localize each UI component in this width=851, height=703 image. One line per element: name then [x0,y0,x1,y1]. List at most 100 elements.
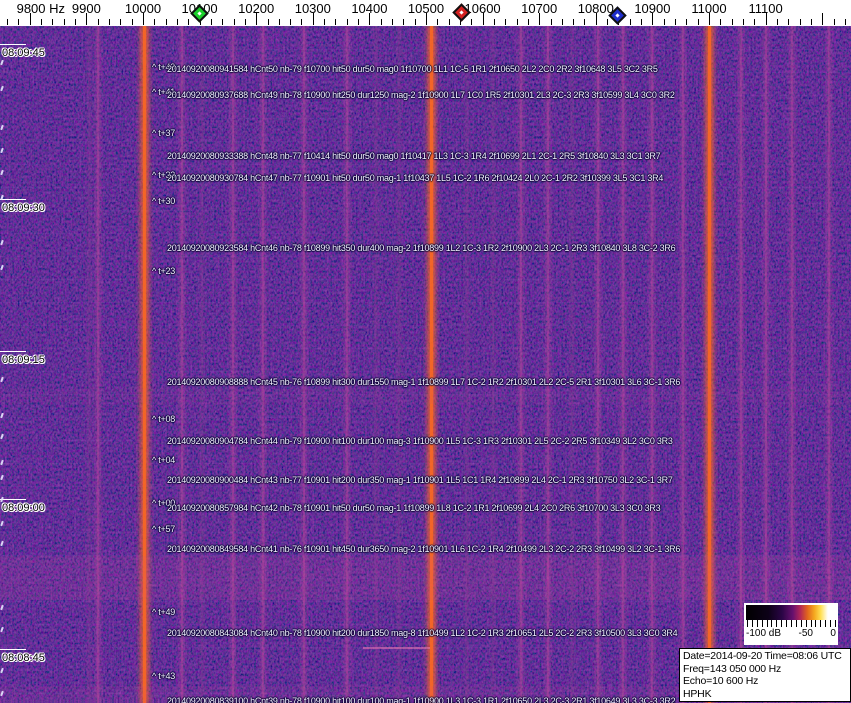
carrier-line [430,26,433,703]
freq-tick [731,19,733,25]
colorbar-tick [761,620,763,627]
colorbar-tick [805,620,807,627]
freq-label: 10600 [464,1,501,16]
freq-label: 10200 [238,1,275,16]
colorbar-tick [830,620,832,627]
carrier-line [622,26,624,703]
echo-time-marker: ^ t+37 [152,128,175,138]
time-tick-line [0,649,26,650]
freq-tick [324,19,326,25]
info-station: HPHK [683,687,712,700]
colorbar-tick [820,620,822,627]
freq-label: 10700 [521,1,558,16]
detection-log-line: 20140920080937688 hCnt49 nb-78 f10900 hi… [167,90,675,100]
freq-tick [776,19,778,25]
freq-tick [414,19,416,25]
noise-band [363,647,430,649]
time-tick-line [0,499,26,500]
freq-tick [278,19,280,25]
carrier-line [791,26,793,703]
freq-tick [233,19,235,25]
freq-tick [527,19,529,25]
freq-tick [550,19,552,25]
detection-log-line: 20140920080849584 hCnt41 nb-76 f10901 hi… [167,544,681,554]
carrier-line [181,26,183,703]
freq-tick [686,19,688,25]
noise-band [0,556,851,600]
freq-tick [573,19,575,25]
freq-label: 10500 [407,1,445,16]
freq-tick [742,19,744,25]
time-label: 08:09:00 [2,502,45,514]
echo-time-marker: ^ t+49 [152,607,175,617]
freq-tick [493,19,495,25]
colorbar-labels: -100 dB -50 0 [744,628,838,639]
time-label: 08:09:15 [2,354,45,366]
echo-time-marker: ^ t+23 [152,266,175,276]
colorbar-tick [800,620,802,627]
scale-max-label: 0 [830,628,836,639]
detection-log-line: 20140920080839100 hCnt39 nb-78 f10900 hi… [167,696,676,703]
detection-log-line: 20140920080941584 hCnt50 nb-79 f10700 hi… [167,64,658,74]
colorbar-tick [751,620,753,627]
freq-tick [18,19,20,25]
info-frequency: Freq=143 050 000 Hz [683,662,782,675]
freq-tick [697,19,699,25]
colorbar-gradient [746,605,836,620]
freq-tick [607,19,609,25]
carrier-line [232,26,234,703]
colorbar-tick [825,620,827,627]
freq-tick [188,19,190,25]
colorbar-tick [766,620,768,627]
colorbar-tick [791,620,792,627]
carrier-line [597,26,599,703]
freq-label: 10000 [124,1,162,16]
freq-label: 9800 Hz [16,1,66,16]
carrier-line [740,26,742,703]
freq-tick [584,19,586,25]
freq-tick [267,19,269,25]
freq-tick [799,19,801,25]
carrier-line [547,26,549,703]
time-label: 08:09:30 [2,202,45,214]
info-date-time: Date=2014-09-20 Time=08:06 UTC [683,650,842,662]
detection-log-line: 20140920080930784 hCnt47 nb-77 f10901 hi… [167,173,664,183]
carrier-line [765,26,767,703]
echo-time-marker: ^ t+08 [152,414,175,424]
carrier-line [143,26,146,703]
time-label: 08:09:45 [2,47,45,59]
freq-tick [437,19,439,25]
freq-tick [380,19,382,25]
carrier-line [375,26,377,703]
colorbar-tick [810,620,812,627]
freq-tick [109,19,111,25]
detection-log-line: 20140920080843084 hCnt40 nb-78 f10900 hi… [167,628,678,638]
colorbar-tick [795,620,797,627]
freq-tick [641,19,643,25]
carrier-line [262,26,264,703]
echo-time-marker: ^ t+04 [152,455,175,465]
colorbar-tick [786,620,788,627]
carrier-line [682,26,684,703]
freq-label: 11000 [691,1,727,16]
freq-tick [788,19,790,25]
freq-tick [165,19,167,25]
detection-log-line: 20140920080908888 hCnt45 nb-76 f10899 hi… [167,377,681,387]
frequency-axis: 9800 Hz990010000101001020010300104001050… [0,0,851,26]
colorbar-tick [756,620,758,627]
detection-log-line: 20140920080904784 hCnt44 nb-79 f10900 hi… [167,436,673,446]
carrier-line [466,26,468,703]
carrier-line [88,26,90,703]
carrier-line [303,26,305,703]
time-tick-line [0,351,26,352]
colorbar-tick [771,620,773,627]
carrier-line [708,26,711,703]
carrier-line [398,26,400,703]
freq-tick [120,19,122,25]
freq-tick [720,19,722,25]
freq-label: 11100 [748,1,783,16]
freq-tick [290,19,292,25]
freq-label: 10300 [294,1,331,16]
colorbar-tick [747,620,748,627]
freq-tick [448,19,450,25]
